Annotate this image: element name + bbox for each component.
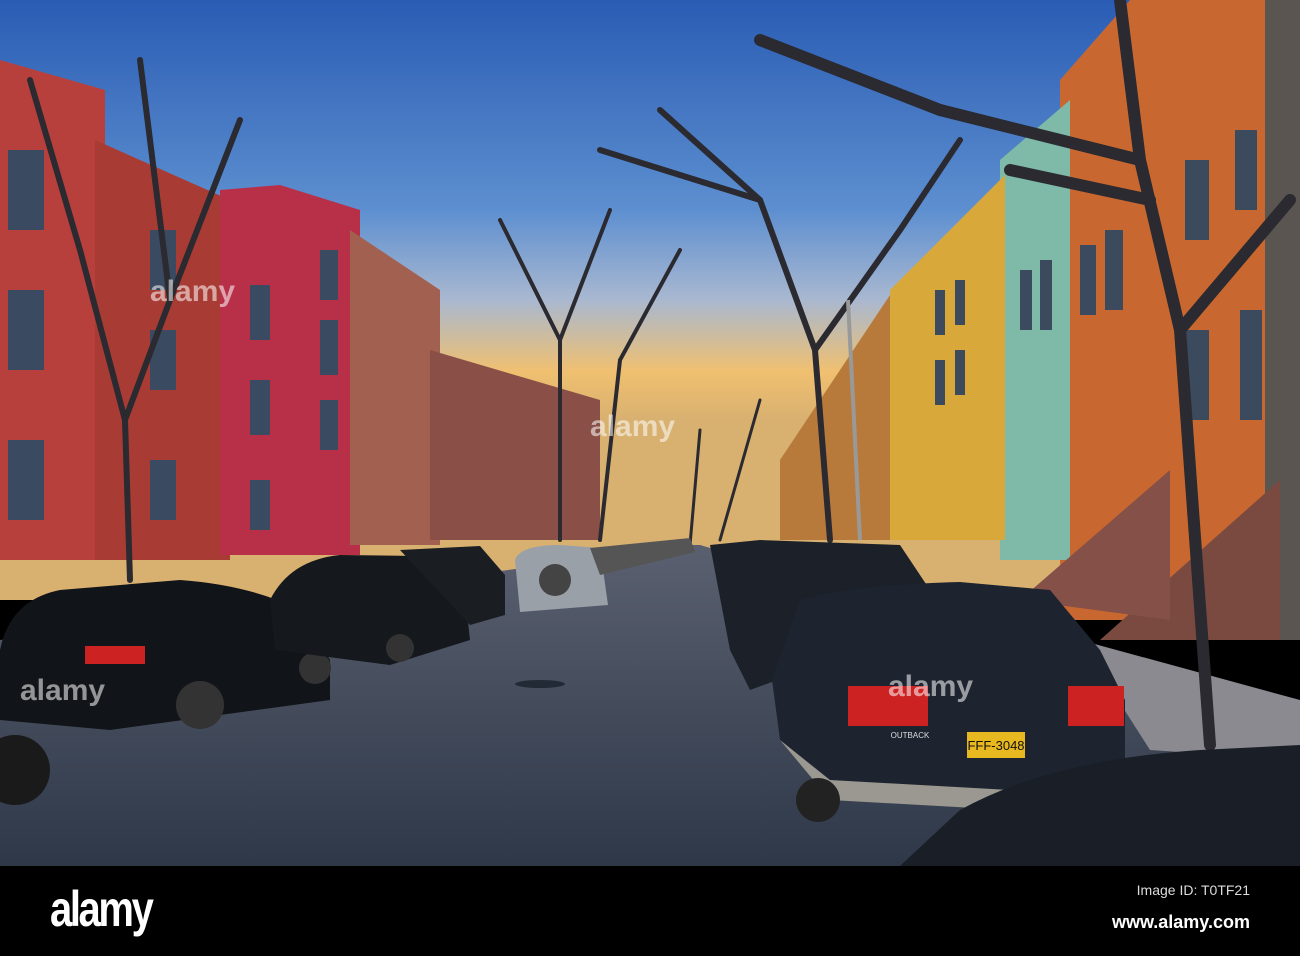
license-plate-text: FFF-3048: [967, 738, 1024, 753]
alamy-logo: alamy: [50, 881, 154, 937]
website-link[interactable]: www.alamy.com: [1112, 912, 1250, 933]
manhole: [515, 680, 565, 688]
badge-text: OUTBACK: [891, 731, 930, 740]
watermark-upper-left: alamy: [150, 275, 236, 308]
watermark-center: alamy: [590, 410, 676, 443]
image-id: Image ID: T0TF21: [1136, 882, 1250, 898]
watermark-right: alamy: [888, 670, 974, 703]
watermark-left: alamy: [20, 674, 106, 707]
stock-photo: FFF-3048 OUTBACK alamy alamy alamy alamy…: [0, 0, 1300, 956]
footer-bar: alamy Image ID: T0TF21 www.alamy.com: [0, 866, 1300, 956]
